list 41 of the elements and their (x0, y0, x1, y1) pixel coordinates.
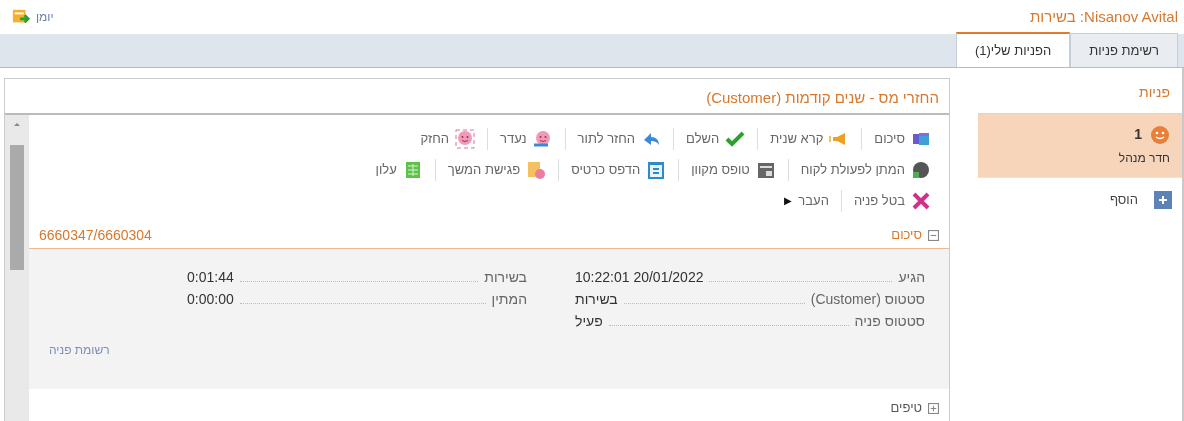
panel-title: החזרי מס - שנים קודמות (Customer) (5, 79, 949, 115)
count-label: 1 (1134, 125, 1142, 144)
item-label: חדר מנהל (1117, 150, 1170, 167)
section-toggle[interactable]: טיפים (890, 398, 939, 418)
toolbar-button[interactable]: הדפס כרטיס (563, 157, 675, 182)
toolbar-button[interactable]: עלון (367, 157, 431, 182)
scrollbar[interactable] (5, 115, 29, 421)
agent-status: Nisanov Avital: בשירות (1029, 6, 1178, 27)
toolbar-button[interactable]: פגישת המשך (439, 157, 555, 182)
tab[interactable]: רשימת פניות (1070, 33, 1178, 67)
scroll-thumb[interactable] (10, 145, 24, 270)
document-icon (526, 159, 547, 180)
toolbar-button[interactable]: קרא שנית (762, 126, 858, 151)
add-button[interactable]: הוסף (1099, 178, 1182, 222)
toolbar-button[interactable]: בטל פניה (845, 188, 939, 213)
field-value: בשירות (575, 290, 618, 309)
smiley-icon (1150, 124, 1170, 145)
field-value: 10:22:01 20/01/2022 (575, 268, 704, 287)
toolbar-button[interactable]: נעדר (492, 126, 561, 151)
toolbar-button[interactable]: המתן לפעולת לקוח (792, 157, 939, 182)
field-value: 0:01:44 (187, 268, 234, 287)
section-toggle[interactable]: סיכום (891, 225, 939, 245)
toolbar-button[interactable]: החזק (412, 126, 484, 151)
field-label: בשירות (484, 268, 527, 287)
field-label: סטטוס (Customer) (810, 290, 925, 309)
field-value: 0:00:00 (187, 290, 234, 309)
field-label: המתין (491, 290, 527, 309)
toolbar-button[interactable]: העבר ▶ (776, 188, 837, 213)
toolbar-button[interactable]: סיכום (866, 126, 939, 151)
toolbar-button[interactable]: השלם (678, 126, 754, 151)
tab[interactable]: הפניות שלי(1) (955, 32, 1071, 67)
plus-icon (1154, 190, 1172, 209)
caret-icon: ▶ (784, 193, 793, 208)
field-label: הגיע (898, 268, 925, 287)
field-label: סטטוס פניה (854, 312, 925, 331)
toolbar-button[interactable]: החזר לתור (569, 126, 670, 151)
reference-number: 6660347/6660304 (39, 225, 152, 245)
toolbar-button[interactable]: טופס מקוון (683, 157, 784, 182)
close-icon (911, 190, 931, 211)
diary-link[interactable]: יומן (10, 8, 54, 26)
field-value: פעיל (575, 312, 603, 331)
